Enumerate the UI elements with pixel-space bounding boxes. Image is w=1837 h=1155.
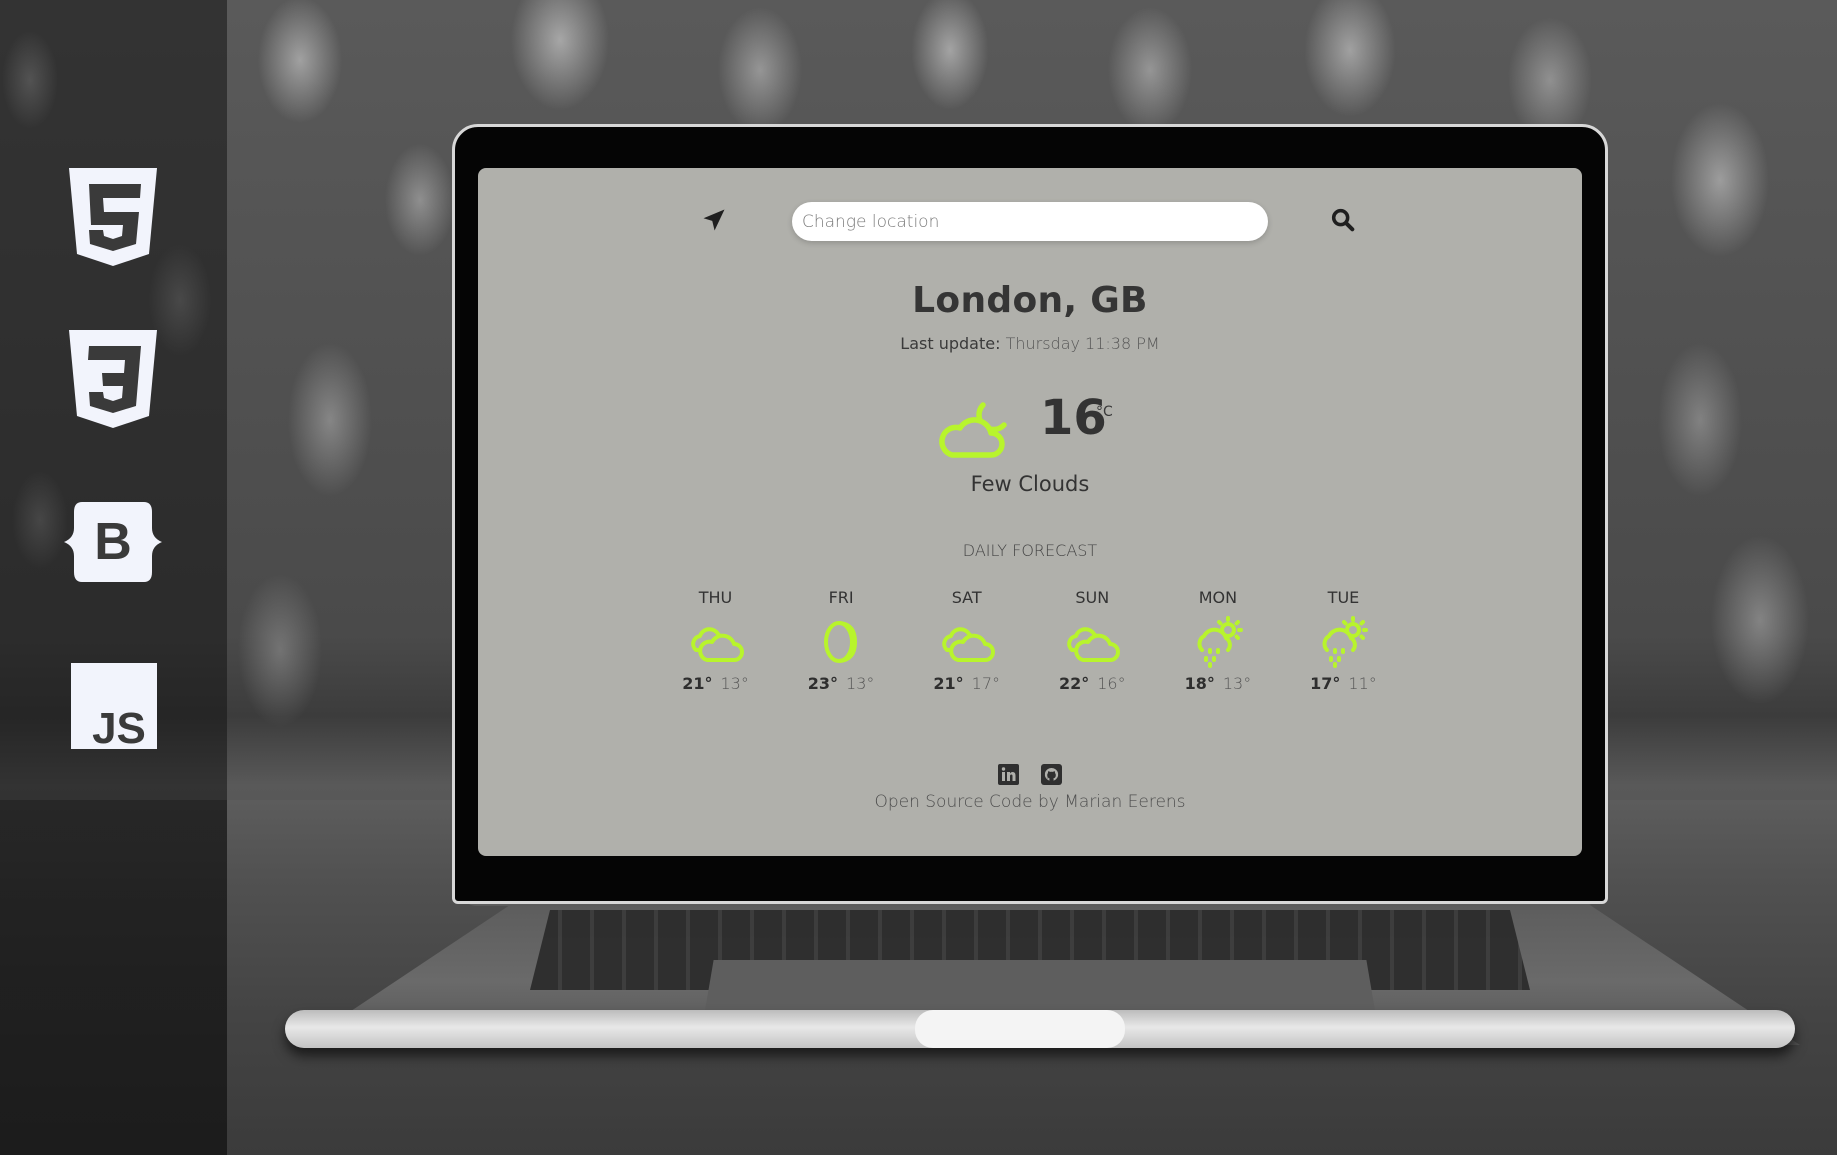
- forecast-temps: 17° 11°: [1310, 674, 1377, 693]
- location-arrow-icon: [703, 209, 725, 231]
- few-clouds-night-icon: [939, 402, 1007, 458]
- clouds-icon: [1067, 627, 1121, 662]
- forecast-high: 21°: [933, 674, 964, 693]
- daily-forecast: THU 21° 13° FRI 23° 13° SAT 21° 17° SUN …: [653, 588, 1406, 708]
- forecast-high: 17°: [1310, 674, 1341, 693]
- clear-night-icon: [824, 621, 858, 663]
- footer-credit: Open Source Code by Marian Eerens: [874, 792, 1186, 812]
- laptop-front-edge: [285, 1010, 1795, 1048]
- city-name: London, GB: [912, 280, 1148, 321]
- forecast-low: 13°: [1222, 674, 1252, 693]
- forecast-low: 13°: [720, 674, 749, 693]
- linkedin-link[interactable]: [998, 764, 1019, 785]
- linkedin-icon: [998, 764, 1019, 785]
- github-icon: [1041, 764, 1062, 785]
- forecast-temps: 21° 17°: [933, 674, 1000, 693]
- forecast-temps: 23° 13°: [808, 674, 875, 693]
- forecast-day-name: MON: [1198, 588, 1238, 607]
- svg-text:JS: JS: [92, 704, 146, 749]
- magnifier-icon: [1331, 208, 1355, 232]
- javascript-icon: JS: [71, 663, 157, 749]
- forecast-title: DAILY FORECAST: [962, 541, 1098, 560]
- forecast-day-name: SUN: [1075, 588, 1110, 607]
- forecast-high: 18°: [1184, 674, 1215, 693]
- css3-icon: [69, 330, 157, 428]
- forecast-temps: 22° 16°: [1059, 674, 1126, 693]
- forecast-day-name: TUE: [1327, 588, 1360, 607]
- forecast-day-name: THU: [698, 588, 733, 607]
- forecast-day: TUE 17° 11°: [1281, 588, 1406, 708]
- svg-text:B: B: [94, 513, 132, 571]
- clouds-icon: [941, 627, 995, 662]
- weather-description: Few Clouds: [970, 472, 1090, 496]
- bootstrap-icon: B: [64, 502, 162, 582]
- forecast-day: THU 21° 13°: [653, 588, 778, 708]
- forecast-day: FRI 23° 13°: [779, 588, 904, 708]
- clouds-icon: [690, 627, 744, 662]
- last-update-label: Last update:: [900, 334, 1001, 353]
- temperature-unit: °C: [1096, 404, 1113, 420]
- forecast-temps: 21° 13°: [682, 674, 749, 693]
- forecast-day-name: SAT: [951, 588, 982, 607]
- rain-sun-icon: [1197, 616, 1243, 668]
- forecast-temps: 18° 13°: [1185, 674, 1252, 693]
- forecast-high: 23°: [807, 674, 839, 693]
- forecast-low: 16°: [1097, 674, 1126, 693]
- tech-sidebar: B JS: [0, 0, 227, 1155]
- forecast-low: 13°: [846, 674, 875, 693]
- search-button[interactable]: [1329, 206, 1357, 234]
- forecast-day: SUN 22° 16°: [1030, 588, 1155, 708]
- last-update: Last update: Thursday 11:38 PM: [478, 334, 1582, 353]
- location-search-input[interactable]: [792, 202, 1268, 241]
- laptop-notch: [915, 1010, 1125, 1048]
- forecast-low: 17°: [971, 674, 1000, 693]
- forecast-day: SAT 21° 17°: [904, 588, 1029, 708]
- github-link[interactable]: [1041, 764, 1062, 785]
- last-update-value: Thursday 11:38 PM: [1005, 334, 1160, 353]
- rain-sun-icon: [1322, 616, 1369, 668]
- forecast-high: 22°: [1058, 674, 1090, 693]
- current-location-button[interactable]: [700, 206, 728, 234]
- forecast-day-name: FRI: [828, 588, 854, 607]
- social-links: [478, 764, 1582, 785]
- html5-icon: [69, 168, 157, 266]
- weather-app-screen: London, GB Last update: Thursday 11:38 P…: [478, 168, 1582, 856]
- forecast-low: 11°: [1348, 674, 1377, 693]
- forecast-high: 21°: [682, 674, 713, 693]
- forecast-day: MON 18° 13°: [1155, 588, 1280, 708]
